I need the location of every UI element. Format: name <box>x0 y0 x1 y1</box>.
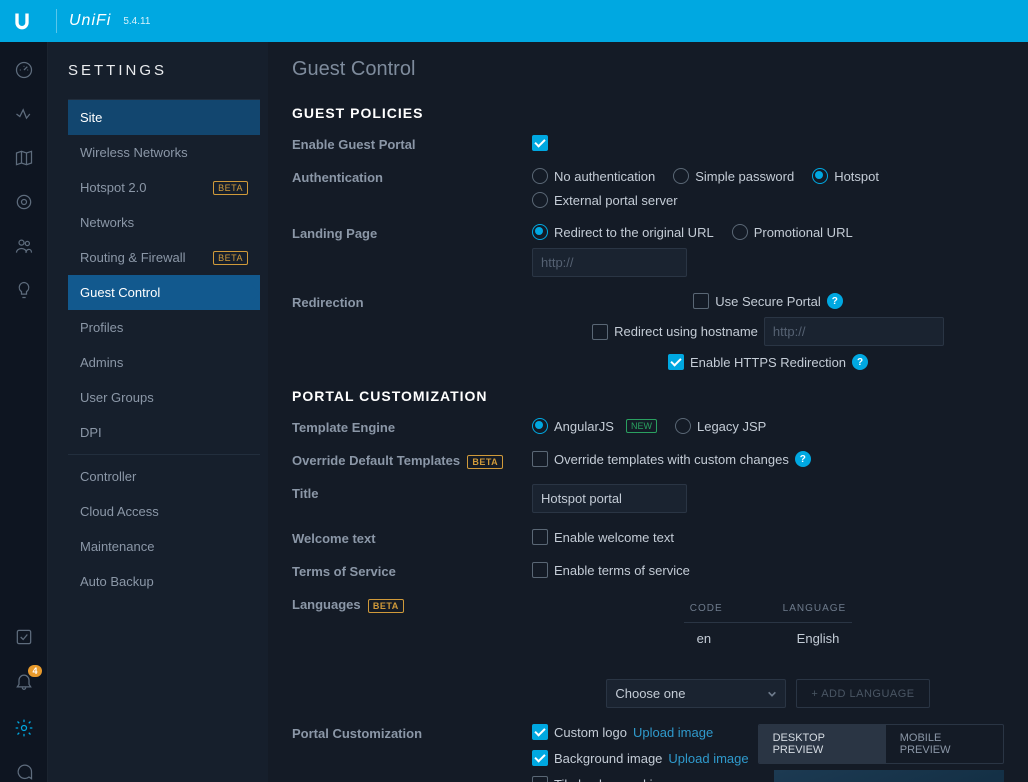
sidebar-item-user-groups[interactable]: User Groups <box>68 380 260 415</box>
languages-label: Languages BETA <box>292 595 532 612</box>
landing-promo-radio[interactable] <box>732 224 748 240</box>
settings-sidebar: SETTINGS SiteWireless NetworksHotspot 2.… <box>48 42 268 782</box>
landing-original-radio[interactable] <box>532 224 548 240</box>
divider <box>56 9 57 33</box>
https-help-icon[interactable]: ? <box>852 354 868 370</box>
sidebar-item-site[interactable]: Site <box>68 100 260 135</box>
sidebar-item-controller[interactable]: Controller <box>68 459 260 494</box>
title-input[interactable] <box>532 484 687 513</box>
brand-name: UniFi <box>69 12 111 30</box>
sidebar-item-admins[interactable]: Admins <box>68 345 260 380</box>
sidebar-item-auto-backup[interactable]: Auto Backup <box>68 564 260 599</box>
sidebar-item-hotspot-2-0[interactable]: Hotspot 2.0BETA <box>68 170 260 205</box>
welcome-label: Welcome text <box>292 529 532 546</box>
override-help-icon[interactable]: ? <box>795 451 811 467</box>
alerts-badge: 4 <box>28 665 41 677</box>
sidebar-item-wireless-networks[interactable]: Wireless Networks <box>68 135 260 170</box>
secure-help-icon[interactable]: ? <box>827 293 843 309</box>
hostname-input[interactable] <box>764 317 944 346</box>
add-language-button[interactable]: + ADD LANGUAGE <box>796 679 929 708</box>
engine-angular-radio[interactable] <box>532 418 548 434</box>
enable-guest-label: Enable Guest Portal <box>292 135 532 152</box>
redirection-label: Redirection <box>292 293 532 310</box>
welcome-checkbox[interactable] <box>532 529 548 545</box>
ubiquiti-logo-icon <box>12 11 32 31</box>
page-title: Guest Control <box>292 58 1004 81</box>
sidebar-item-profiles[interactable]: Profiles <box>68 310 260 345</box>
redirect-hostname-checkbox[interactable] <box>592 324 608 340</box>
events-icon[interactable] <box>14 627 34 647</box>
tos-label: Terms of Service <box>292 562 532 579</box>
lang-table-row[interactable]: enEnglish <box>691 623 846 655</box>
preview-tabs: DESKTOP PREVIEW MOBILE PREVIEW <box>758 724 1004 764</box>
main-content: Guest Control GUEST POLICIES Enable Gues… <box>268 42 1028 782</box>
sidebar-item-cloud-access[interactable]: Cloud Access <box>68 494 260 529</box>
landing-page-label: Landing Page <box>292 224 532 241</box>
auth-external-radio[interactable] <box>532 192 548 208</box>
insights-icon[interactable] <box>14 280 34 300</box>
alerts-button[interactable]: 4 <box>14 671 34 694</box>
chat-icon[interactable] <box>14 762 34 782</box>
title-label: Title <box>292 484 532 501</box>
sidebar-item-networks[interactable]: Networks <box>68 205 260 240</box>
chevron-down-icon <box>767 689 777 699</box>
mobile-preview-tab[interactable]: MOBILE PREVIEW <box>886 725 1003 763</box>
top-bar: UniFi 5.4.11 <box>0 0 1028 42</box>
tos-checkbox[interactable] <box>532 562 548 578</box>
auth-simple-radio[interactable] <box>673 168 689 184</box>
preview-image <box>774 770 1004 782</box>
desktop-preview-tab[interactable]: DESKTOP PREVIEW <box>759 725 886 763</box>
devices-icon[interactable] <box>14 192 34 212</box>
portal-customization-label: Portal Customization <box>292 724 532 741</box>
upload-bg-link[interactable]: Upload image <box>668 751 748 766</box>
lang-table-header: CODELANGUAGE <box>684 595 852 623</box>
sidebar-title: SETTINGS <box>68 62 260 79</box>
sidebar-item-dpi[interactable]: DPI <box>68 415 260 450</box>
auth-none-radio[interactable] <box>532 168 548 184</box>
engine-jsp-radio[interactable] <box>675 418 691 434</box>
https-redirect-checkbox[interactable] <box>668 354 684 370</box>
guest-policies-heading: GUEST POLICIES <box>292 105 1004 121</box>
override-checkbox[interactable] <box>532 451 548 467</box>
version-label: 5.4.11 <box>123 16 150 27</box>
new-badge: NEW <box>626 419 657 433</box>
tile-bg-checkbox[interactable] <box>532 776 548 782</box>
bg-image-checkbox[interactable] <box>532 750 548 766</box>
statistics-icon[interactable] <box>14 104 34 124</box>
left-rail: 4 <box>0 42 48 782</box>
portal-customization-heading: PORTAL CUSTOMIZATION <box>292 388 1004 404</box>
promo-url-input[interactable] <box>532 248 687 277</box>
upload-logo-link[interactable]: Upload image <box>633 725 713 740</box>
override-templates-label: Override Default Templates BETA <box>292 451 532 468</box>
sidebar-item-guest-control[interactable]: Guest Control <box>68 275 260 310</box>
template-engine-label: Template Engine <box>292 418 532 435</box>
dashboard-icon[interactable] <box>14 60 34 80</box>
map-icon[interactable] <box>14 148 34 168</box>
secure-portal-checkbox[interactable] <box>693 293 709 309</box>
clients-icon[interactable] <box>14 236 34 256</box>
enable-guest-checkbox[interactable] <box>532 135 548 151</box>
settings-gear-icon[interactable] <box>14 718 34 738</box>
sidebar-item-maintenance[interactable]: Maintenance <box>68 529 260 564</box>
authentication-label: Authentication <box>292 168 532 185</box>
auth-hotspot-radio[interactable] <box>812 168 828 184</box>
sidebar-item-routing-firewall[interactable]: Routing & FirewallBETA <box>68 240 260 275</box>
language-select[interactable]: Choose one <box>606 679 786 708</box>
custom-logo-checkbox[interactable] <box>532 724 548 740</box>
